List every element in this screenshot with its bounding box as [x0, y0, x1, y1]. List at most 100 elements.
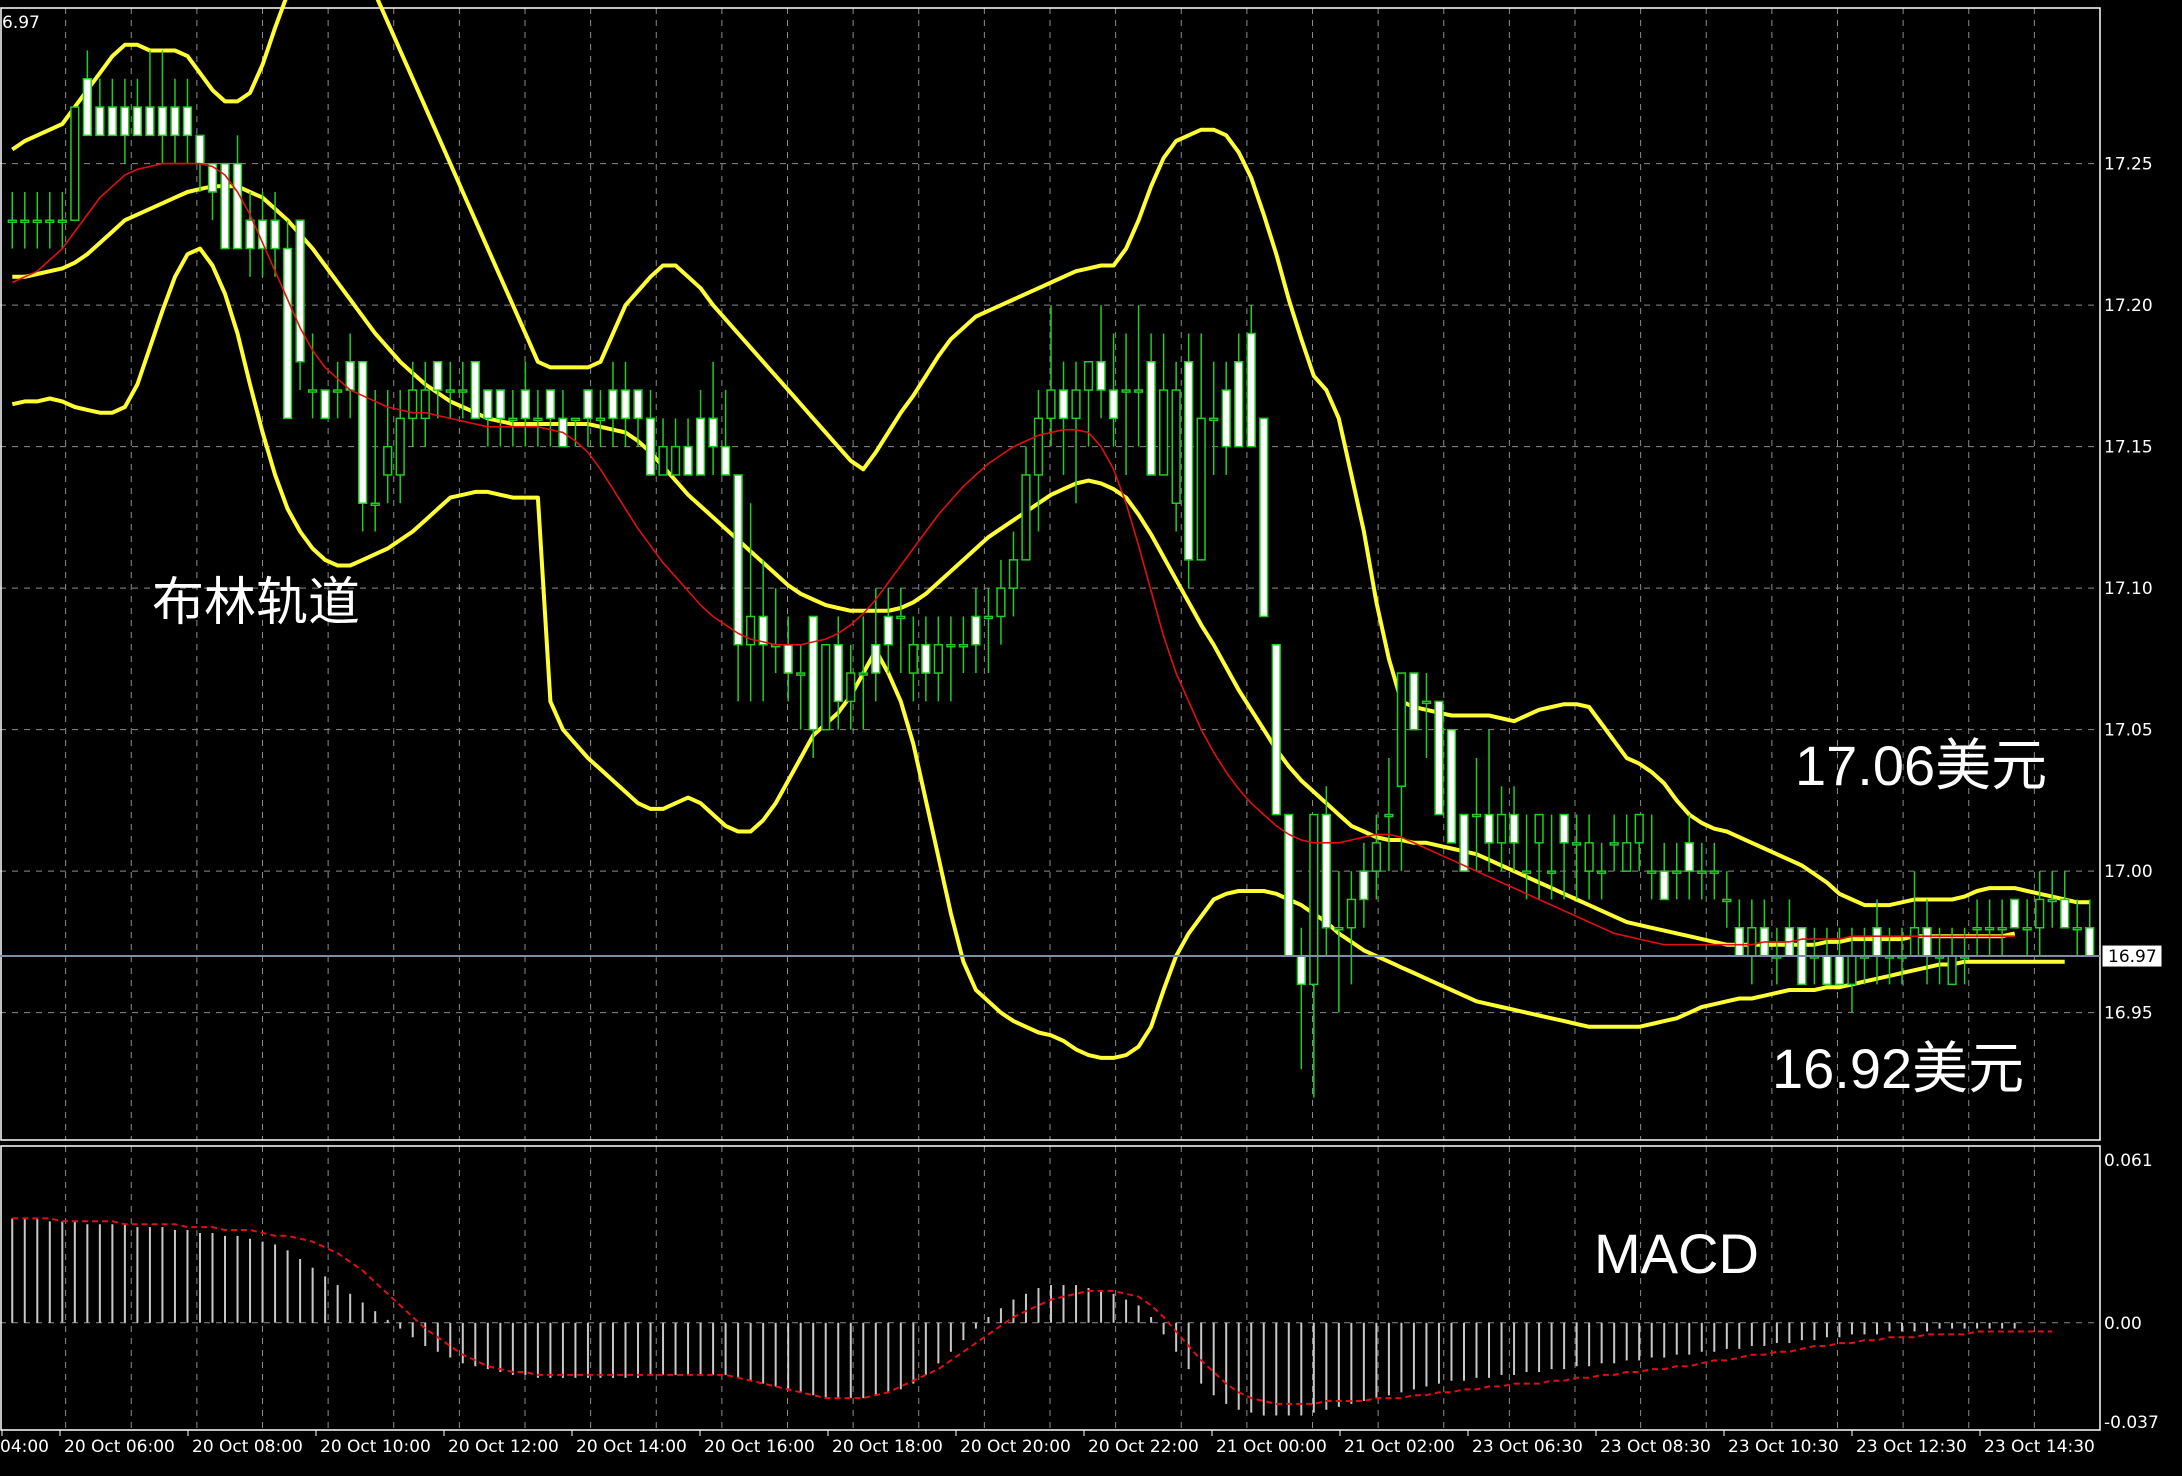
candle-bearish	[195, 134, 205, 165]
candle-bullish	[1396, 672, 1407, 787]
candle-bullish	[1083, 361, 1094, 391]
candle-bearish	[1446, 728, 1457, 844]
candle-bullish	[1609, 842, 1619, 846]
candle-bearish	[1484, 813, 1494, 844]
x-tick-label: 20 Oct 08:00	[192, 1437, 303, 1457]
candle-bullish	[1309, 813, 1319, 986]
candle-bullish	[1133, 389, 1144, 393]
x-tick-label: 23 Oct 08:30	[1600, 1437, 1711, 1457]
candle-bullish	[1984, 927, 1995, 931]
candle-bullish	[1496, 813, 1507, 844]
candle-bullish	[958, 644, 969, 648]
candle-bullish	[1159, 389, 1169, 476]
candle-bearish	[345, 361, 355, 391]
candle-bullish	[458, 389, 468, 393]
candle-bearish	[520, 389, 531, 420]
candle-bullish	[996, 587, 1006, 618]
candle-bullish	[383, 445, 393, 476]
candle-bullish	[595, 417, 606, 422]
candle-bearish	[1296, 955, 1306, 986]
candle-bearish	[733, 474, 743, 646]
candle-bearish	[1734, 927, 1744, 957]
candle-bearish	[270, 219, 280, 250]
candle-bearish	[1234, 361, 1244, 448]
x-tick-label: 23 Oct 14:30	[1984, 1437, 2095, 1457]
candle-bullish	[333, 389, 343, 393]
candle-bearish	[695, 417, 706, 476]
candle-bearish	[245, 219, 255, 250]
candle-bullish	[395, 417, 405, 476]
x-tick-label: 04:00	[0, 1437, 49, 1457]
candle-bullish	[1046, 389, 1056, 420]
candle-bullish	[408, 389, 418, 420]
chart-root: 16.97 17.25 17.20 17.15 17.10 17.05 17.00 16.9…	[0, 0, 2182, 1472]
bollinger-upper-line	[11, 0, 2090, 908]
candle-bullish	[908, 644, 918, 674]
x-tick-label: 21 Oct 02:00	[1344, 1437, 1455, 1457]
candle-bullish	[796, 672, 806, 676]
x-tick-label: 20 Oct 12:00	[448, 1437, 559, 1457]
candle-bullish	[70, 106, 80, 221]
candle-bearish	[157, 106, 168, 137]
candle-bullish	[45, 219, 55, 223]
candle-bullish	[1008, 559, 1019, 589]
corner-price-label: 6.97	[2, 13, 40, 33]
candle-bearish	[1684, 842, 1694, 872]
candle-bullish	[1033, 417, 1044, 476]
candle-bullish	[983, 615, 994, 620]
candle-bullish	[57, 219, 67, 223]
candle-bullish	[307, 389, 318, 393]
candle-bearish	[282, 247, 293, 420]
candle-bearish	[971, 615, 981, 646]
candle-bearish	[1822, 955, 1832, 986]
candle-bearish	[2060, 898, 2070, 929]
candle-bearish	[1246, 332, 1256, 448]
candle-bullish	[1747, 927, 1757, 957]
candle-bearish	[220, 162, 230, 250]
candle-bearish	[1321, 813, 1331, 929]
candle-bullish	[1346, 898, 1356, 929]
candle-bearish	[1559, 813, 1569, 844]
candle-bullish	[1421, 700, 1432, 705]
candle-bearish	[1409, 672, 1419, 731]
candle-bearish	[132, 106, 143, 137]
grid	[0, 8, 2100, 1430]
candle-bearish	[1096, 361, 1106, 391]
candle-bullish	[821, 644, 831, 731]
candle-bullish	[1571, 842, 1582, 846]
candle-bearish	[170, 106, 180, 137]
candle-bullish	[1909, 927, 1920, 957]
candle-bullish	[370, 502, 380, 506]
candle-bullish	[2047, 898, 2057, 903]
macd-y-tick-label: 0.00	[2104, 1314, 2142, 1334]
candle-bearish	[182, 106, 193, 137]
candle-bullish	[1171, 389, 1181, 504]
candle-bullish	[20, 219, 30, 223]
candle-bearish	[2085, 927, 2095, 957]
candle-bearish	[483, 389, 493, 420]
candle-bearish	[1146, 361, 1156, 476]
candle-bullish	[508, 417, 518, 422]
candle-bullish	[896, 615, 906, 620]
candle-bearish	[708, 417, 718, 448]
annotation-upper-price: 17.06美元	[1795, 734, 2047, 797]
candle-bearish	[358, 361, 368, 504]
annotation-macd: MACD	[1594, 1222, 1759, 1285]
candle-bearish	[1659, 870, 1669, 901]
candle-bearish	[1058, 389, 1069, 420]
x-tick-label: 20 Oct 18:00	[832, 1437, 943, 1457]
candle-bearish	[1184, 361, 1194, 561]
candle-bearish	[1872, 927, 1882, 957]
candle-bullish	[933, 644, 943, 674]
candle-bearish	[2010, 898, 2020, 929]
y-tick-label: 17.10	[2104, 579, 2153, 599]
candle-bearish	[833, 644, 843, 703]
candle-bullish	[1521, 870, 1532, 874]
candle-bullish	[1334, 927, 1344, 931]
candle-bearish	[620, 389, 631, 420]
candle-bullish	[1371, 842, 1382, 872]
candle-bearish	[95, 106, 105, 137]
x-tick-label: 20 Oct 14:00	[576, 1437, 687, 1457]
candle-bearish	[720, 445, 731, 476]
y-tick-label: 17.05	[2104, 721, 2153, 741]
